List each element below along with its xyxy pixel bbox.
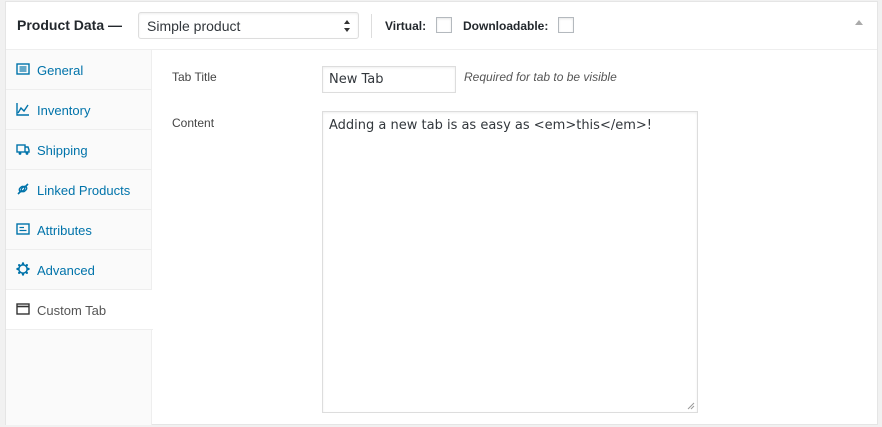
general-icon — [16, 63, 30, 75]
content-label: Content — [172, 116, 215, 130]
tab-title-description: Required for tab to be visible — [464, 70, 617, 84]
downloadable-checkbox[interactable] — [558, 17, 574, 33]
tab-label: Inventory — [37, 103, 91, 118]
tab-advanced[interactable]: Advanced — [6, 250, 151, 290]
tab-label: Shipping — [37, 143, 88, 158]
tab-title-label: Tab Title — [172, 70, 217, 84]
tab-label: Linked Products — [37, 183, 131, 198]
tab-title-input[interactable] — [322, 66, 456, 93]
product-type-select[interactable]: Simple product — [138, 12, 359, 39]
tab-linked-products[interactable]: Linked Products — [6, 170, 151, 210]
tab-label: Advanced — [37, 263, 95, 278]
inventory-icon — [16, 103, 29, 116]
tab-custom-tab[interactable]: Custom Tab — [6, 290, 153, 330]
tab-inventory[interactable]: Inventory — [6, 90, 151, 130]
tab-label: Attributes — [37, 223, 92, 238]
downloadable-label: Downloadable: — [463, 19, 549, 33]
attributes-icon — [16, 223, 30, 235]
custom-tab-icon — [16, 303, 30, 315]
tab-general[interactable]: General — [6, 50, 151, 90]
product-type-value: Simple product — [147, 18, 241, 34]
collapse-toggle-icon[interactable] — [855, 20, 863, 25]
select-arrows-icon — [344, 20, 350, 32]
product-data-panel: Product Data — Simple product Virtual: D… — [5, 1, 878, 425]
linked-products-icon — [17, 183, 29, 195]
header-divider — [371, 14, 372, 38]
tab-label: Custom Tab — [37, 303, 107, 318]
tab-label: General — [37, 63, 84, 78]
virtual-label: Virtual: — [385, 19, 427, 33]
tab-shipping[interactable]: Shipping — [6, 130, 151, 170]
product-data-tabs: General Inventory Shipping Linked Produc… — [6, 50, 153, 425]
content-textarea[interactable]: Adding a new tab is as easy as <em>this<… — [322, 111, 698, 413]
panel-title: Product Data — — [17, 17, 123, 33]
virtual-checkbox[interactable] — [436, 17, 452, 33]
custom-tab-panel: Tab Title Required for tab to be visible… — [152, 50, 877, 425]
advanced-icon — [16, 262, 30, 276]
shipping-icon — [16, 144, 30, 155]
tab-attributes[interactable]: Attributes — [6, 210, 151, 250]
content-text: Adding a new tab is as easy as <em>this<… — [329, 118, 652, 133]
panel-header: Product Data — Simple product Virtual: D… — [6, 2, 877, 50]
resize-handle-icon[interactable] — [687, 402, 695, 410]
